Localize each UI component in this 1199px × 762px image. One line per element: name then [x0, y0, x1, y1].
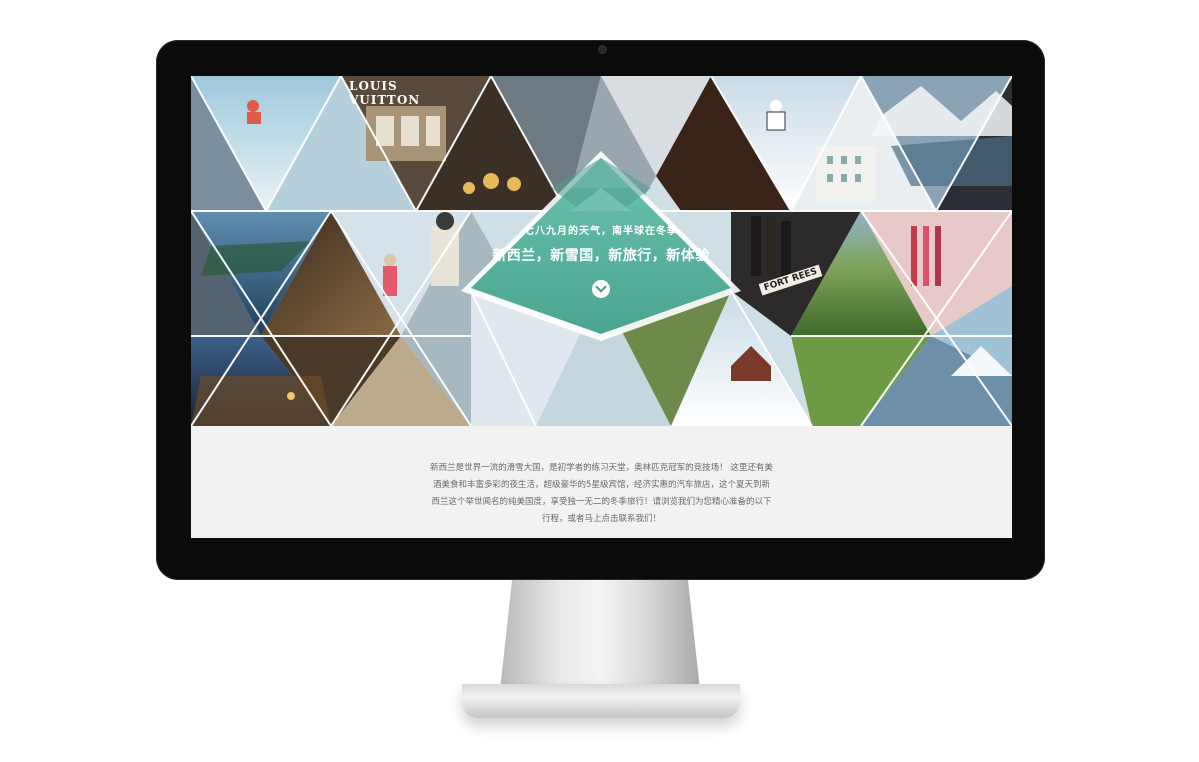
- monitor-stand-neck: [500, 580, 700, 690]
- brand-sign: LOUIS VUITTON: [349, 79, 421, 107]
- chevron-down-icon: [595, 281, 607, 293]
- scroll-down-button[interactable]: [592, 280, 610, 298]
- monitor-stand-base: [462, 684, 740, 718]
- hero-title: 新西兰，新雪国，新旅行，新体验: [492, 248, 710, 264]
- hero-subtitle: 七八九月的天气，南半球在冬季: [524, 226, 678, 237]
- hero-collage: LOUIS VUITTON FORT REES 七八九月的天气，南半球在冬季 新…: [191, 76, 1012, 426]
- intro-paragraph: 新西兰是世界一流的滑雪大国，是初学者的练习天堂，奥林匹克冠军的竞技场！ 这里还有…: [430, 463, 773, 524]
- camera-icon: [599, 46, 606, 53]
- screen: LOUIS VUITTON FORT REES 七八九月的天气，南半球在冬季 新…: [191, 76, 1012, 538]
- hero-title-block: 七八九月的天气，南半球在冬季 新西兰，新雪国，新旅行，新体验: [471, 222, 731, 265]
- intro-section: 新西兰是世界一流的滑雪大国，是初学者的练习天堂，奥林匹克冠军的竞技场！ 这里还有…: [191, 426, 1012, 538]
